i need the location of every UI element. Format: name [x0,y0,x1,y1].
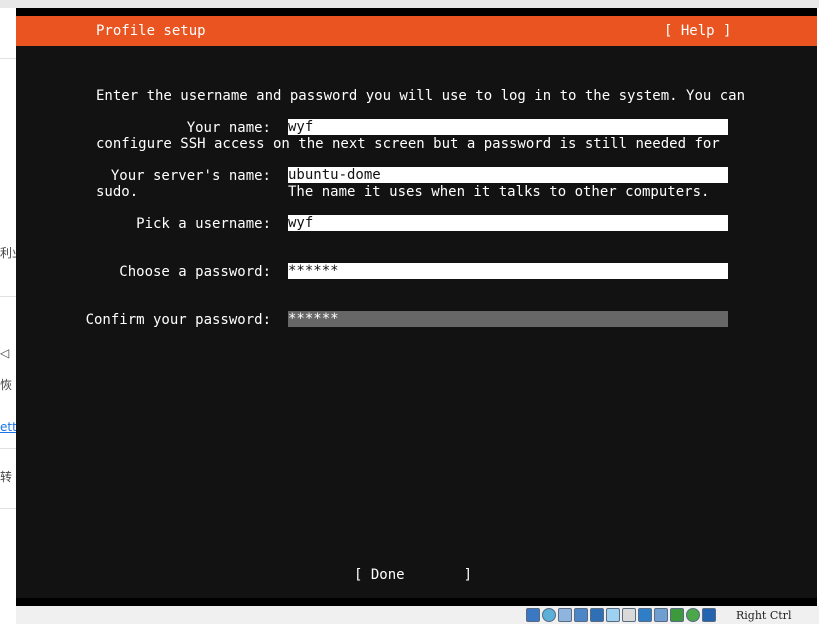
mouse-capture-icon[interactable] [686,608,700,622]
divider [0,296,16,297]
host-text-fragment: ◁ [0,346,10,360]
intro-line: Enter the username and password you will… [96,88,746,104]
your-name-field[interactable]: wyf [288,119,728,135]
host-key-label: Right Ctrl [736,609,792,622]
host-text-fragment: 转 [0,470,13,484]
host-text-fragment: 恢 [0,378,13,392]
host-browser-topbar [0,0,819,8]
device-tray [526,608,716,622]
page-title: Profile setup [96,23,206,39]
done-button[interactable]: [ Done ] [354,567,472,583]
intro-text: Enter the username and password you will… [96,56,746,232]
host-text-fragment: 利业 [0,246,16,260]
server-name-hint: The name it uses when it talks to other … [288,184,710,200]
vm-screen[interactable]: Profile setup [ Help ] Enter the usernam… [16,8,817,606]
your-name-label: Your name: [186,120,271,136]
audio-icon[interactable] [558,608,572,622]
installer-header: Profile setup [ Help ] [16,16,817,46]
shared-folder-icon[interactable] [606,608,620,622]
password-field[interactable]: ****** [288,263,728,279]
cpu-icon[interactable] [654,608,668,622]
keyboard-capture-icon[interactable] [670,608,684,622]
server-name-label: Your server's name: [110,168,271,184]
usb-icon[interactable] [590,608,604,622]
host-key-arrow-icon [702,608,716,622]
help-button[interactable]: [ Help ] [664,23,731,39]
host-title-fragment [20,0,250,4]
host-page-left-strip: 利业 ◁ 恢 etti 转 [0,8,16,624]
network-icon[interactable] [574,608,588,622]
display-icon[interactable] [622,608,636,622]
divider [0,508,16,509]
divider [0,448,16,449]
vm-top-border [16,8,817,16]
vm-status-bar: Right Ctrl [16,606,819,624]
intro-line: configure SSH access on the next screen … [96,136,720,152]
password-label: Choose a password: [119,264,271,280]
vm-bottom-border [16,598,817,606]
divider [0,58,16,59]
video-capture-icon[interactable] [638,608,652,622]
server-name-field[interactable]: ubuntu-dome [288,167,728,183]
hard-disk-icon[interactable] [526,608,540,622]
username-field[interactable]: wyf [288,215,728,231]
optical-drive-icon[interactable] [542,608,556,622]
host-link-fragment[interactable]: etti [0,420,16,434]
confirm-password-field[interactable]: ****** [288,311,728,327]
confirm-password-label: Confirm your password: [85,312,271,328]
username-label: Pick a username: [136,216,271,232]
